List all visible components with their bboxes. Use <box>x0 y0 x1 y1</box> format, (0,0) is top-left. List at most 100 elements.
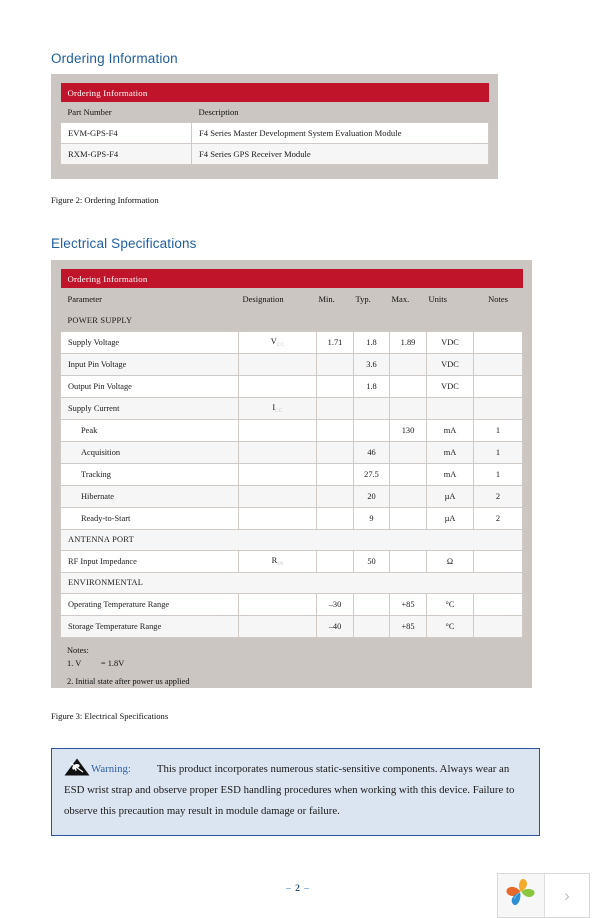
cell-min <box>316 549 354 573</box>
cell-parameter: Peak <box>60 418 239 442</box>
cell-designation: ICC <box>238 396 317 420</box>
cell-designation <box>238 374 317 398</box>
table-row: Storage Temperature Range –40 +85 °C <box>60 614 523 638</box>
cell-min <box>316 506 354 530</box>
cell-min <box>316 484 354 508</box>
cell-parameter: RF Input Impedance <box>60 549 239 573</box>
group-heading-row: POWER SUPPLY <box>60 310 523 331</box>
cell-parameter: Hibernate <box>60 484 239 508</box>
cell-designation <box>238 440 317 464</box>
cell-units: Ω <box>426 549 474 573</box>
electrical-table-grid: Ordering Information Parameter Designati… <box>60 269 523 638</box>
cell-parameter: Storage Temperature Range <box>60 614 239 638</box>
footer-navigation-widget[interactable]: › <box>497 873 590 918</box>
cell-notes: 2 <box>473 484 523 508</box>
brand-logo-button[interactable] <box>498 874 545 917</box>
cell-units: °C <box>426 592 474 616</box>
table-notes-block: Notes: 1. VCC = 1.8V 2. Initial state af… <box>60 638 523 689</box>
table-title-row: Ordering Information <box>60 269 523 288</box>
cell-max: 130 <box>389 418 427 442</box>
cell-units <box>426 396 474 420</box>
cell-designation <box>238 418 317 442</box>
table-row: RF Input Impedance RIN 50 Ω <box>60 549 523 573</box>
table-row: Acquisition 46 mA 1 <box>60 440 523 464</box>
cell-max <box>389 440 427 464</box>
table-row: Supply Voltage VCC 1.71 1.8 1.89 VDC <box>60 330 523 354</box>
cell-max <box>389 396 427 420</box>
cell-typ: 20 <box>353 484 390 508</box>
cell-typ: 3.6 <box>353 352 390 376</box>
cell-units: VDC <box>426 330 474 354</box>
column-header-designation: Designation <box>238 288 317 310</box>
cell-units: µA <box>426 484 474 508</box>
table-row: Peak 130 mA 1 <box>60 418 523 442</box>
cell-max <box>389 374 427 398</box>
column-header-notes: Notes <box>473 288 523 310</box>
group-heading-power-supply: POWER SUPPLY <box>60 310 523 331</box>
page-number-value: 2 <box>295 884 301 894</box>
chevron-right-icon: › <box>564 886 570 905</box>
cell-max <box>389 462 427 486</box>
column-header-units: Units <box>426 288 474 310</box>
cell-notes: 1 <box>473 418 523 442</box>
figure-caption-ordering: Figure 2: Ordering Information <box>51 195 159 205</box>
next-page-button[interactable]: › <box>545 874 589 917</box>
table-row: Supply Current ICC <box>60 396 523 420</box>
table-row: Output Pin Voltage 1.8 VDC <box>60 374 523 398</box>
figure-caption-electrical: Figure 3: Electrical Specifications <box>51 711 169 721</box>
column-header-description: Description <box>191 102 489 122</box>
column-header-part-number: Part Number <box>60 102 192 122</box>
cell-max <box>389 549 427 573</box>
cell-typ <box>353 592 390 616</box>
page-number-suffix: – <box>304 884 310 894</box>
column-header-min: Min. <box>316 288 354 310</box>
cell-min <box>316 396 354 420</box>
table-row: Tracking 27.5 mA 1 <box>60 462 523 486</box>
section-heading-electrical-specifications: Electrical Specifications <box>51 236 197 251</box>
cell-typ <box>353 614 390 638</box>
note-item-1: 1. VCC = 1.8V <box>67 659 125 670</box>
cell-typ: 9 <box>353 506 390 530</box>
cell-designation <box>238 484 317 508</box>
cell-typ: 50 <box>353 549 390 573</box>
warning-text: Warning: This product incorporates numero… <box>64 758 527 822</box>
cell-units: µA <box>426 506 474 530</box>
electrical-specifications-table: Ordering Information Parameter Designati… <box>51 260 532 688</box>
cell-parameter: Supply Voltage <box>60 330 239 354</box>
cell-parameter: Supply Current <box>60 396 239 420</box>
group-heading-environmental: ENVIRONMENTAL <box>60 571 523 594</box>
cell-units: VDC <box>426 352 474 376</box>
cell-min <box>316 440 354 464</box>
ordering-table-title: Ordering Information <box>60 83 489 102</box>
cell-units: VDC <box>426 374 474 398</box>
page-number: – 2 – <box>258 884 338 894</box>
cell-min <box>316 352 354 376</box>
cell-notes <box>473 330 523 354</box>
cell-typ: 46 <box>353 440 390 464</box>
table-row: Operating Temperature Range –30 +85 °C <box>60 592 523 616</box>
column-header-typ: Typ. <box>353 288 390 310</box>
warning-body: This product incorporates numerous stati… <box>64 763 515 817</box>
document-page: Ordering Information Ordering Informatio… <box>0 0 594 918</box>
cell-typ: 27.5 <box>353 462 390 486</box>
cell-typ <box>353 396 390 420</box>
cell-max: 1.89 <box>389 330 427 354</box>
cell-typ: 1.8 <box>353 330 390 354</box>
cell-max <box>389 506 427 530</box>
cell-description: F4 Series GPS Receiver Module <box>191 142 489 165</box>
cell-designation <box>238 462 317 486</box>
cell-parameter: Input Pin Voltage <box>60 352 239 376</box>
cell-parameter: Output Pin Voltage <box>60 374 239 398</box>
group-heading-antenna-port: ANTENNA PORT <box>60 528 523 551</box>
cell-units: mA <box>426 462 474 486</box>
cell-units: mA <box>426 440 474 464</box>
cell-designation: RIN <box>238 549 317 573</box>
cell-notes: 2 <box>473 506 523 530</box>
cell-max <box>389 352 427 376</box>
cell-parameter: Acquisition <box>60 440 239 464</box>
cell-parameter: Ready-to-Start <box>60 506 239 530</box>
table-row: Ready-to-Start 9 µA 2 <box>60 506 523 530</box>
cell-notes <box>473 352 523 376</box>
cell-min <box>316 374 354 398</box>
column-header-max: Max. <box>389 288 427 310</box>
